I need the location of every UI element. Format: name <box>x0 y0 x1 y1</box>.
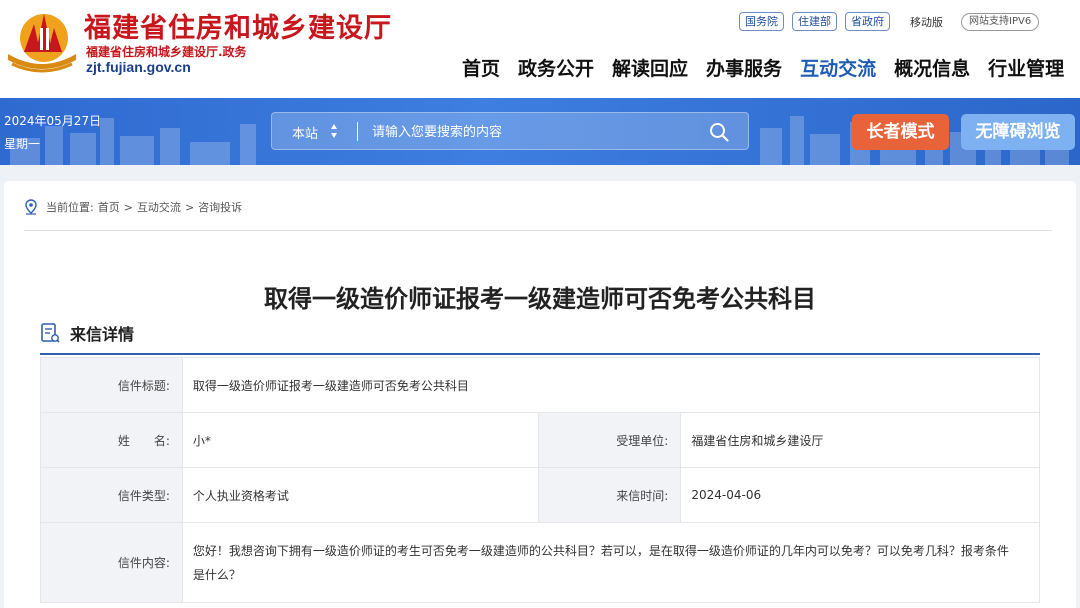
unit-label: 受理单位: <box>538 412 682 468</box>
search-icon[interactable] <box>708 121 730 143</box>
table-row: 信件内容: 您好！我想咨询下拥有一级造价师证的考生可否免考一级建造师的公共科目？… <box>40 522 1041 603</box>
breadcrumb-interaction[interactable]: 互动交流 <box>137 199 181 215</box>
search-box: 本站 <box>271 112 749 150</box>
breadcrumb-prefix: 当前位置: <box>46 201 94 214</box>
breadcrumb-separator: > <box>184 200 195 214</box>
link-province-gov[interactable]: 省政府 <box>845 12 890 31</box>
letter-detail-table: 信件标题: 取得一级造价师证报考一级建造师可否免考公共科目 姓 名: 小* 受理… <box>40 357 1041 603</box>
table-row: 信件标题: 取得一级造价师证报考一级建造师可否免考公共科目 <box>40 357 1041 413</box>
nav-industry[interactable]: 行业管理 <box>988 54 1064 81</box>
site-domain: zjt.fujian.gov.cn <box>86 59 191 75</box>
site-subtitle: 福建省住房和城乡建设厅.政务 <box>86 45 247 59</box>
content-value: 您好！我想咨询下拥有一级造价师证的考生可否免考一级建造师的公共科目？若可以，是在… <box>181 522 1041 603</box>
link-state-council[interactable]: 国务院 <box>739 12 784 31</box>
breadcrumb-consult[interactable]: 咨询投诉 <box>198 199 242 215</box>
section-underline <box>40 353 1040 355</box>
nav-home[interactable]: 首页 <box>462 54 500 81</box>
subject-label: 信件标题: <box>40 357 183 413</box>
emblem-logo-icon[interactable] <box>6 8 78 76</box>
subject-value: 取得一级造价师证报考一级建造师可否免考公共科目 <box>181 357 1041 413</box>
top-links: 国务院 住建部 省政府 移动版 网站支持IPV6 <box>739 12 1040 31</box>
table-row: 姓 名: 小* 受理单位: 福建省住房和城乡建设厅 <box>40 412 1040 468</box>
name-label: 姓 名: <box>40 412 183 468</box>
content-label: 信件内容: <box>40 522 183 603</box>
search-input[interactable] <box>372 120 692 144</box>
document-icon <box>41 323 60 343</box>
name-value: 小* <box>181 412 540 468</box>
site-name[interactable]: 福建省住房和城乡建设厅 <box>84 6 392 45</box>
current-weekday: 星期一 <box>4 137 41 151</box>
nav-gov-affairs[interactable]: 政务公开 <box>518 54 594 81</box>
link-ministry[interactable]: 住建部 <box>792 12 837 31</box>
ipv6-badge: 网站支持IPV6 <box>961 12 1040 31</box>
breadcrumb: 当前位置: 首页 > 互动交流 > 咨询投诉 <box>24 199 242 215</box>
current-date: 2024年05月27日 <box>4 114 102 128</box>
breadcrumb-separator: > <box>123 200 133 214</box>
main-nav: 首页 政务公开 解读回应 办事服务 互动交流 概况信息 行业管理 <box>462 54 1064 81</box>
section-title: 来信详情 <box>70 325 135 344</box>
nav-overview[interactable]: 概况信息 <box>894 54 970 81</box>
unit-value: 福建省住房和城乡建设厅 <box>680 412 1040 468</box>
time-label: 来信时间: <box>538 467 682 523</box>
breadcrumb-divider <box>24 230 1052 231</box>
updown-arrow-icon[interactable] <box>330 122 338 140</box>
site-header: 福建省住房和城乡建设厅 福建省住房和城乡建设厅.政务 zjt.fujian.go… <box>0 0 1080 98</box>
elder-mode-button[interactable]: 长者模式 <box>852 114 949 150</box>
type-label: 信件类型: <box>40 467 183 523</box>
page-title: 取得一级造价师证报考一级建造师可否免考公共科目 <box>264 285 816 313</box>
link-mobile-version[interactable]: 移动版 <box>910 14 943 30</box>
section-header: 来信详情 <box>40 321 134 345</box>
nav-interpretation[interactable]: 解读回应 <box>612 54 688 81</box>
nav-interaction[interactable]: 互动交流 <box>800 54 876 81</box>
search-divider <box>357 122 358 141</box>
location-pin-icon <box>25 199 37 215</box>
table-row: 信件类型: 个人执业资格考试 来信时间: 2024-04-06 <box>40 467 1040 523</box>
search-scope-select[interactable]: 本站 <box>292 123 318 142</box>
type-value: 个人执业资格考试 <box>181 467 540 523</box>
breadcrumb-home[interactable]: 首页 <box>98 199 120 215</box>
nav-services[interactable]: 办事服务 <box>706 54 782 81</box>
accessible-browse-button[interactable]: 无障碍浏览 <box>961 114 1075 150</box>
time-value: 2024-04-06 <box>680 467 1040 523</box>
